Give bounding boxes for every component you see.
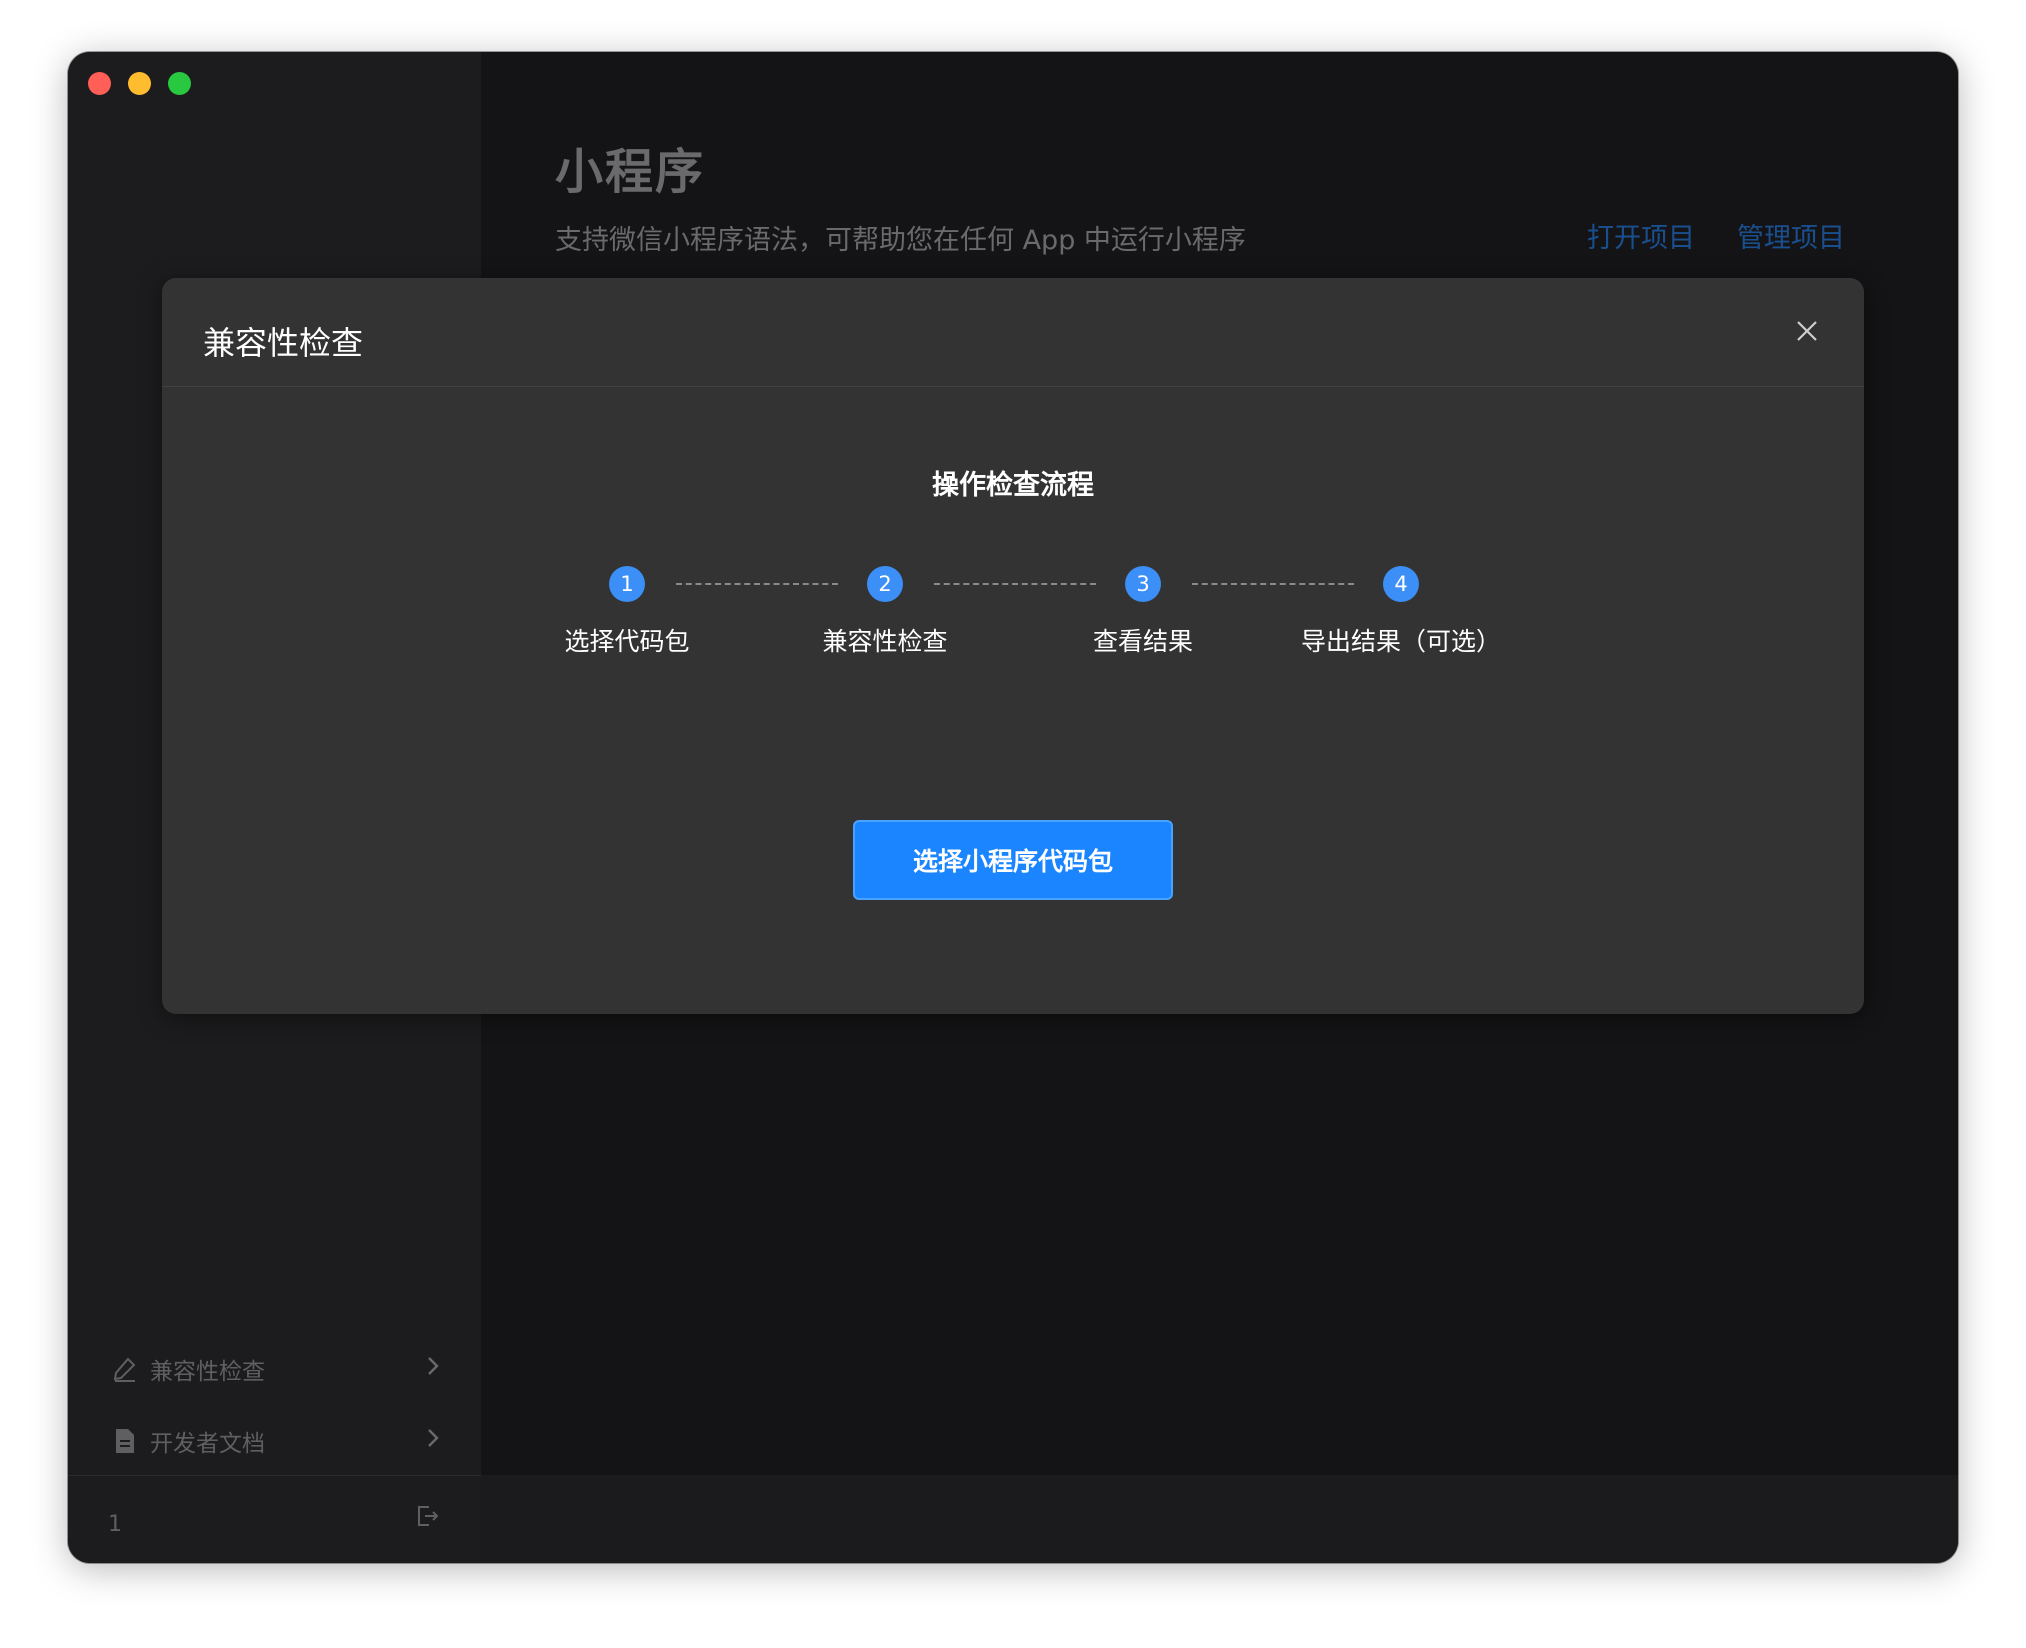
close-window-button[interactable]: [88, 72, 111, 95]
compat-check-dialog: 兼容性检查 操作检查流程 1 选择代码包 2 兼容性检查 3 查看结果 4 导出…: [162, 278, 1864, 1014]
step-label: 兼容性检查: [822, 627, 948, 656]
sidebar-footer: 1: [68, 1475, 481, 1563]
step-1: 1 选择代码包: [507, 566, 747, 658]
step-label: 查看结果: [1092, 627, 1193, 656]
user-id: 1: [108, 1512, 122, 1537]
pen-icon: [110, 1354, 140, 1384]
app-window: 兼容性检查 开发者文档 1 小程序 支持微信小程序语法，可帮助您在任何 App …: [68, 52, 1958, 1563]
page-subtitle: 支持微信小程序语法，可帮助您在任何 App 中运行小程序: [555, 225, 1246, 256]
flow-title: 操作检查流程: [932, 470, 1094, 501]
step-2: 2 兼容性检查: [765, 566, 1005, 658]
step-4: 4 导出结果（可选）: [1281, 566, 1521, 658]
chevron-right-icon: [426, 1354, 440, 1384]
zoom-window-button[interactable]: [168, 72, 191, 95]
close-icon[interactable]: [1792, 316, 1822, 346]
sidebar-item-label: 兼容性检查: [150, 1359, 265, 1385]
step-number: 3: [1125, 566, 1161, 602]
page-title: 小程序: [555, 144, 706, 200]
step-label: 选择代码包: [564, 627, 690, 656]
minimize-window-button[interactable]: [128, 72, 151, 95]
open-project-link[interactable]: 打开项目: [1587, 216, 1695, 255]
sidebar-item-compat-check[interactable]: 兼容性检查: [110, 1346, 440, 1392]
step-number: 1: [609, 566, 645, 602]
chevron-right-icon: [426, 1426, 440, 1456]
step-indicator: 1 选择代码包 2 兼容性检查 3 查看结果 4 导出结果（可选）: [162, 566, 1864, 666]
status-bar: [481, 1475, 1958, 1563]
step-number: 4: [1383, 566, 1419, 602]
sidebar-item-label: 开发者文档: [150, 1431, 265, 1457]
select-package-button[interactable]: 选择小程序代码包: [853, 820, 1173, 900]
step-number: 2: [867, 566, 903, 602]
traffic-lights: [88, 72, 191, 95]
step-3: 3 查看结果: [1023, 566, 1263, 658]
sidebar-item-developer-docs[interactable]: 开发者文档: [110, 1418, 440, 1464]
step-label: 导出结果（可选）: [1300, 627, 1501, 656]
manage-project-link[interactable]: 管理项目: [1737, 216, 1845, 255]
document-icon: [110, 1426, 140, 1456]
dialog-header: 兼容性检查: [162, 278, 1864, 387]
header-links: 打开项目 管理项目: [1587, 216, 1845, 255]
dialog-title: 兼容性检查: [203, 324, 364, 362]
logout-icon[interactable]: [415, 1504, 439, 1532]
